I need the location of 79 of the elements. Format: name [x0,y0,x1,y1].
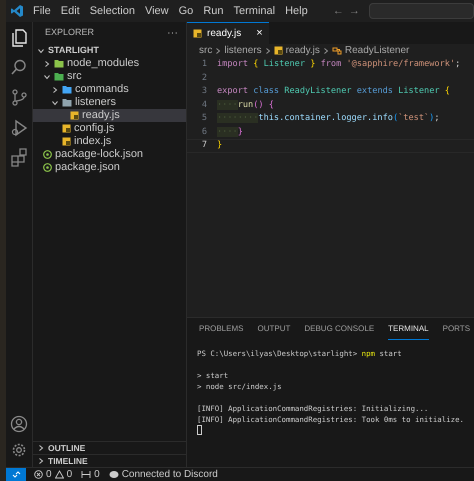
code-line: import { Listener } from '@sapphire/framework'; [217,58,460,72]
warning-icon [54,470,64,479]
sidebar-title: EXPLORER [45,26,94,40]
chevron-down-icon[interactable] [43,72,51,80]
ports-count[interactable]: 0 [94,467,100,481]
panel-tab[interactable]: TERMINAL [388,318,429,340]
js-file-icon [70,111,79,120]
chevron-down-icon[interactable] [37,46,45,54]
js-file-icon [274,46,283,55]
line-number: 6 [200,126,208,139]
js-file-icon [62,137,71,146]
breadcrumb-item[interactable]: listeners [224,43,262,58]
settings-icon[interactable] [10,441,28,459]
warning-count[interactable]: 0 [66,467,72,481]
tree-item[interactable]: listeners [33,96,186,109]
menu-item[interactable]: File [33,2,51,20]
section-header[interactable]: OUTLINE [33,441,186,454]
remote-button[interactable] [6,468,26,481]
tree-item[interactable]: package.json [33,161,186,174]
line-number: 2 [200,72,208,85]
error-count[interactable]: 0 [46,467,52,481]
chevron-right-icon[interactable] [43,60,51,68]
line-number: 4 [200,98,208,112]
line-number: 1 [200,58,208,72]
breadcrumb-item[interactable]: ready.js [286,43,320,58]
extensions-icon[interactable] [10,148,28,167]
code-line: export class ReadyListener extends Listener { [217,85,450,98]
tree-item[interactable]: config.js [33,122,186,135]
menu-item[interactable]: Run [203,2,224,20]
forward-button[interactable]: → [348,2,360,20]
tree-item[interactable]: commands [33,83,186,96]
code-line: ····run() { [217,98,274,112]
menu-item[interactable]: Selection [90,2,135,20]
back-button[interactable]: ← [332,2,344,20]
breadcrumb-item[interactable]: ReadyListener [344,43,410,58]
code-line: ····} [217,126,243,139]
chevron-right-icon[interactable] [51,86,59,94]
chevron-down-icon[interactable] [51,98,59,106]
panel-tab[interactable]: OUTPUT [257,318,290,340]
menu-item[interactable]: View [144,2,169,20]
js-file-icon [62,124,71,133]
error-icon [34,470,43,479]
files-icon[interactable] [10,28,28,47]
menu-item[interactable]: Terminal [234,2,276,20]
tree-item[interactable]: node_modules [33,57,186,70]
tree-item[interactable]: src [33,70,186,83]
tree-item[interactable]: ready.js [33,109,186,122]
workspace-root[interactable]: STARLIGHT [33,44,186,57]
breadcrumb-separator-icon [264,46,271,54]
breadcrumb-separator-icon [322,46,329,54]
run-debug-icon[interactable] [10,118,28,137]
remote-icon [12,470,20,479]
line-number: 7 [200,139,208,152]
breadcrumb-item[interactable]: src [199,43,212,58]
line-number: 3 [200,85,208,98]
menu-item[interactable]: Go [178,2,194,20]
close-tab-button[interactable]: × [256,25,263,42]
ports-icon [81,470,92,479]
line-number: 5 [200,112,208,126]
account-icon[interactable] [10,415,28,433]
tree-item[interactable]: index.js [33,135,186,148]
menu-item[interactable]: Edit [60,2,80,20]
branch-icon[interactable] [10,88,28,107]
class-icon [332,46,342,55]
code-line: } [217,139,222,152]
panel-tab[interactable]: DEBUG CONSOLE [304,318,374,340]
editor-tab[interactable]: ready.js × [187,22,269,44]
panel-tab[interactable]: PORTS [442,318,470,340]
more-actions-button[interactable]: ··· [167,24,178,42]
panel-tab[interactable]: PROBLEMS [199,318,244,340]
tree-item[interactable]: package-lock.json [33,148,186,161]
code-line: ········this.container.logger.info(`test`); [217,112,440,126]
breadcrumb-separator-icon [215,46,222,54]
menu-item[interactable]: Help [285,2,308,20]
terminal-cursor [197,425,202,435]
editor-logo-icon [10,4,24,18]
js-file-icon [193,29,202,38]
search-icon[interactable] [10,58,28,77]
discord-status[interactable]: Connected to Discord [122,467,218,481]
